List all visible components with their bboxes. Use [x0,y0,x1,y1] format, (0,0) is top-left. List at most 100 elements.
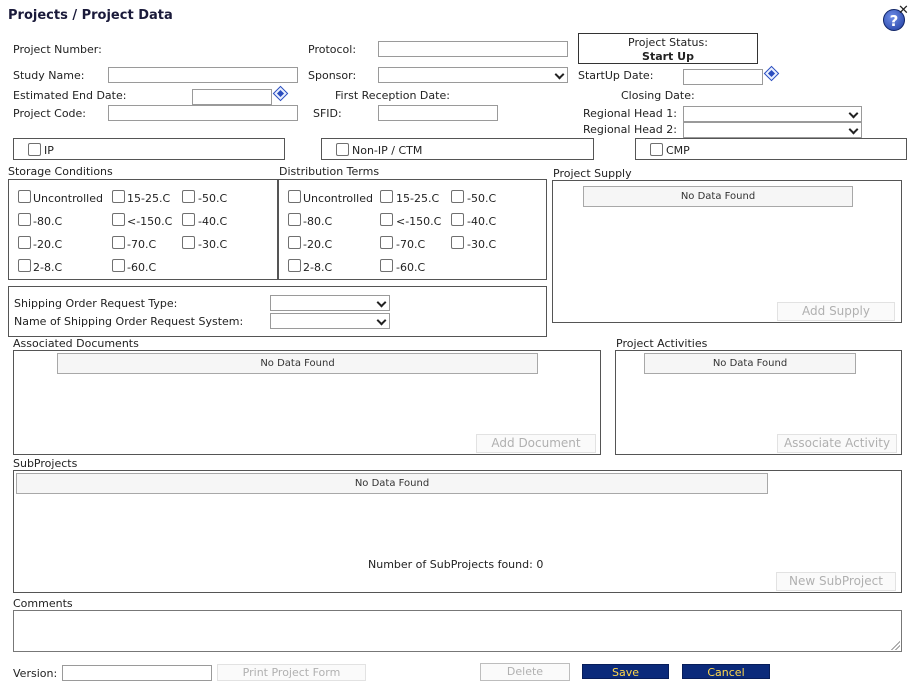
storage-option: 2-8.C [33,261,63,274]
distribution-checkbox[interactable] [288,259,301,272]
project-code-input[interactable] [108,105,298,121]
ip-box: IP [13,138,285,160]
shipping-request-type-select[interactable] [270,295,390,311]
storage-option: -30.C [198,238,228,251]
distribution-option: 2-8.C [303,261,333,274]
study-name-input[interactable] [108,67,298,83]
associate-activity-button[interactable]: Associate Activity [777,434,897,453]
sfid-label: SFID: [313,107,342,120]
comments-title: Comments [13,597,73,610]
storage-option: -70.C [127,238,157,251]
resize-handle-icon[interactable] [890,640,900,650]
storage-checkbox[interactable] [182,236,195,249]
sfid-input[interactable] [378,105,498,121]
calendar-icon[interactable] [763,65,780,82]
storage-option: -60.C [127,261,157,274]
storage-checkbox[interactable] [18,259,31,272]
non-ip-box: Non-IP / CTM [321,138,594,160]
storage-checkbox[interactable] [18,236,31,249]
project-status-box: Project Status: Start Up [578,33,758,64]
subprojects-panel: No Data Found Number of SubProjects foun… [13,470,902,593]
distribution-checkbox[interactable] [380,236,393,249]
storage-checkbox[interactable] [112,213,125,226]
project-number-label: Project Number: [13,43,102,56]
distribution-option: -40.C [467,215,497,228]
storage-option: 15-25.C [127,192,171,205]
shipping-box: Shipping Order Request Type: Name of Shi… [8,286,547,337]
distribution-checkbox[interactable] [380,213,393,226]
storage-checkbox[interactable] [18,213,31,226]
project-code-label: Project Code: [13,107,86,120]
close-icon[interactable]: ✕ [898,3,909,18]
subprojects-title: SubProjects [13,457,78,470]
new-subproject-button[interactable]: New SubProject [776,572,896,591]
sponsor-select[interactable] [378,67,568,83]
cmp-label: CMP [666,144,690,157]
cancel-button[interactable]: Cancel [682,664,770,679]
storage-option: -40.C [198,215,228,228]
first-reception-date-label: First Reception Date: [335,89,450,102]
non-ip-label: Non-IP / CTM [352,144,423,157]
distribution-option: -30.C [467,238,497,251]
distribution-option: 15-25.C [396,192,440,205]
storage-option: -80.C [33,215,63,228]
distribution-checkbox[interactable] [451,213,464,226]
ip-label: IP [44,144,54,157]
ip-checkbox[interactable] [28,143,41,156]
calendar-icon[interactable] [272,85,289,102]
subprojects-empty-message: No Data Found [16,473,768,494]
startup-date-label: StartUp Date: [578,69,654,82]
sponsor-label: Sponsor: [308,69,357,82]
version-input[interactable] [62,665,212,681]
shipping-request-system-select[interactable] [270,313,390,329]
distribution-option: <-150.C [396,215,442,228]
regional-head-2-label: Regional Head 2: [583,123,677,136]
distribution-checkbox[interactable] [380,259,393,272]
non-ip-checkbox[interactable] [336,143,349,156]
distribution-checkbox[interactable] [288,190,301,203]
page-title: Projects / Project Data [8,8,173,23]
supply-empty-message: No Data Found [583,186,853,207]
distribution-option: Uncontrolled [303,192,373,205]
protocol-label: Protocol: [308,43,357,56]
estimated-end-date-label: Estimated End Date: [13,89,127,102]
protocol-input[interactable] [378,41,568,57]
storage-checkbox[interactable] [182,190,195,203]
distribution-checkbox[interactable] [380,190,393,203]
project-activities-panel: No Data Found Associate Activity [615,350,902,455]
cmp-box: CMP [635,138,907,160]
storage-option: -50.C [198,192,228,205]
estimated-end-date-input[interactable] [192,89,272,105]
activities-empty-message: No Data Found [644,353,856,374]
storage-checkbox[interactable] [182,213,195,226]
add-document-button[interactable]: Add Document [476,434,596,453]
associated-documents-title: Associated Documents [13,337,139,350]
regional-head-1-select[interactable] [683,106,862,122]
distribution-terms-title: Distribution Terms [279,165,380,178]
storage-checkbox[interactable] [112,259,125,272]
storage-checkbox[interactable] [112,190,125,203]
closing-date-label: Closing Date: [621,89,695,102]
study-name-label: Study Name: [13,69,85,82]
delete-button[interactable]: Delete [480,663,570,681]
distribution-checkbox[interactable] [451,236,464,249]
storage-checkbox[interactable] [112,236,125,249]
save-button[interactable]: Save [582,664,669,679]
storage-checkbox[interactable] [18,190,31,203]
project-status-label: Project Status: [628,36,708,49]
distribution-checkbox[interactable] [288,236,301,249]
startup-date-input[interactable] [683,69,763,85]
distribution-checkbox[interactable] [451,190,464,203]
project-status-value: Start Up [642,50,694,63]
add-supply-button[interactable]: Add Supply [777,302,895,321]
regional-head-2-select[interactable] [683,122,862,138]
storage-option: -20.C [33,238,63,251]
project-supply-title: Project Supply [553,167,632,180]
cmp-checkbox[interactable] [650,143,663,156]
version-label: Version: [13,667,58,680]
subprojects-count: Number of SubProjects found: 0 [368,558,544,571]
print-project-form-button[interactable]: Print Project Form [217,664,366,681]
documents-empty-message: No Data Found [57,353,538,374]
comments-textarea[interactable] [13,610,902,652]
distribution-checkbox[interactable] [288,213,301,226]
